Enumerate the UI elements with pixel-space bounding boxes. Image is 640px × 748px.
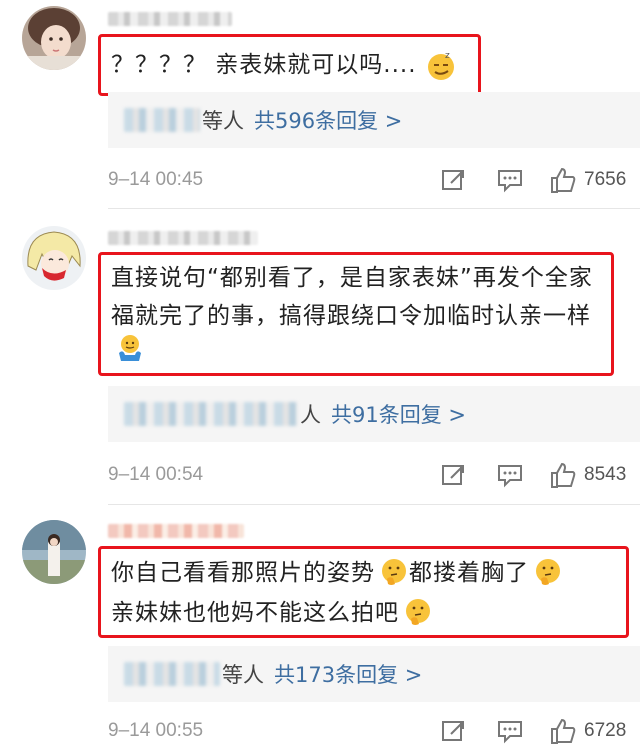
comment-text: ？？？？ 亲表妹就可以吗.... — [111, 52, 417, 78]
comment-highlight-box: 直接说句“都别看了，是自家表妹”再发个全家福就完了的事，搞得跟绕口令加临时认亲一… — [98, 252, 614, 376]
meta-row: 9–14 00:55 6728 — [108, 716, 640, 746]
smirk-face-emoji: z — [426, 51, 456, 81]
view-replies-link[interactable]: 共596条回复 > — [254, 105, 402, 135]
divider — [108, 208, 640, 209]
shrug-emoji — [115, 333, 145, 363]
reply-summary[interactable]: 人 共91条回复 > — [108, 386, 640, 442]
comment-icon[interactable] — [496, 717, 524, 745]
share-icon[interactable] — [440, 166, 468, 194]
avatar[interactable] — [22, 226, 86, 290]
comment-text: 直接说句“都别看了，是自家表妹”再发个全家福就完了的事，搞得跟绕口令加临时认亲一… — [111, 265, 593, 329]
meta-row: 9–14 00:54 8543 — [108, 460, 640, 490]
comment-highlight-box: ？？？？ 亲表妹就可以吗.... z — [98, 34, 481, 96]
thinking-face-emoji — [379, 557, 409, 587]
timestamp: 9–14 00:54 — [108, 464, 204, 485]
comment-text-line1: 你自己看看那照片的姿势 — [111, 560, 375, 586]
comment-icon[interactable] — [496, 166, 524, 194]
reply-users-blurred — [124, 108, 200, 132]
share-icon[interactable] — [440, 461, 468, 489]
like-icon[interactable] — [548, 165, 578, 195]
comment-text-mid: 都搂着胸了 — [409, 560, 529, 586]
share-icon[interactable] — [440, 717, 468, 745]
reply-users-blurred — [124, 402, 298, 426]
avatar[interactable] — [22, 6, 86, 70]
reply-suffix: 等人 — [222, 663, 264, 687]
like-count: 7656 — [584, 169, 627, 190]
comment-highlight-box: 你自己看看那照片的姿势 都搂着胸了 亲妹妹也他妈不能这么拍吧 — [98, 546, 629, 638]
like-count: 8543 — [584, 464, 627, 485]
timestamp: 9–14 00:45 — [108, 169, 204, 190]
username[interactable] — [108, 524, 244, 538]
comment-1: ？？？？ 亲表妹就可以吗.... z 等人 共596条回复 > 9–14 00:… — [0, 0, 640, 209]
reply-suffix: 等人 — [202, 109, 244, 133]
like-icon[interactable] — [548, 460, 578, 490]
like-count: 6728 — [584, 720, 627, 741]
comment-icon[interactable] — [496, 461, 524, 489]
svg-text:z: z — [445, 51, 450, 61]
meta-row: 9–14 00:45 7656 — [108, 165, 640, 195]
view-replies-link[interactable]: 共173条回复 > — [274, 659, 422, 689]
view-replies-link[interactable]: 共91条回复 > — [331, 399, 466, 429]
username[interactable] — [108, 231, 258, 245]
thinking-face-emoji — [403, 597, 433, 627]
reply-summary[interactable]: 等人 共596条回复 > — [108, 92, 640, 148]
reply-suffix: 人 — [300, 403, 321, 427]
reply-summary[interactable]: 等人 共173条回复 > — [108, 646, 640, 702]
thinking-face-emoji — [533, 557, 563, 587]
username[interactable] — [108, 12, 232, 26]
divider — [108, 504, 640, 505]
reply-users-blurred — [124, 662, 220, 686]
comment-text-line2: 亲妹妹也他妈不能这么拍吧 — [111, 600, 399, 626]
timestamp: 9–14 00:55 — [108, 720, 204, 741]
avatar[interactable] — [22, 520, 86, 584]
like-icon[interactable] — [548, 716, 578, 746]
